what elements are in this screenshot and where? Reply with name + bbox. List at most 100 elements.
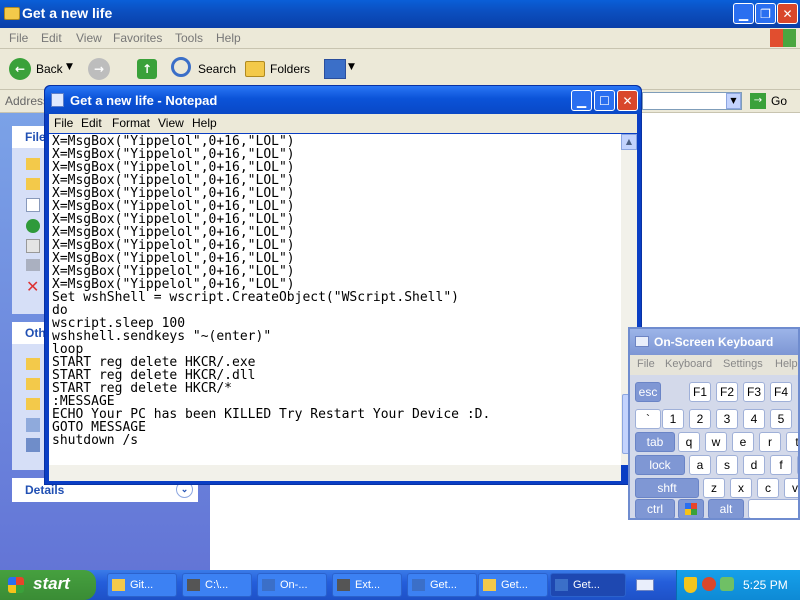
- key-F2[interactable]: F2: [716, 382, 738, 402]
- taskbar: start Git... C:\... On-... Ext... Get... Get.…: [0, 570, 800, 600]
- back-button-label[interactable]: Back: [36, 62, 63, 76]
- key-ctrl[interactable]: ctrl: [635, 499, 675, 518]
- key-sym[interactable]: `: [635, 409, 661, 429]
- address-dropdown-icon[interactable]: ▼: [726, 93, 741, 109]
- views-dropdown-icon[interactable]: ▼: [348, 62, 355, 72]
- notepad-menu-file[interactable]: File: [54, 116, 73, 130]
- key-c[interactable]: c: [757, 478, 779, 498]
- views-icon[interactable]: [324, 59, 346, 79]
- key-3[interactable]: 3: [716, 409, 738, 429]
- explorer-titlebar[interactable]: Get a new life ▁ ❐ ✕: [0, 0, 800, 28]
- key-F4[interactable]: F4: [770, 382, 792, 402]
- notepad-text-area[interactable]: X=MsgBox("Yippelol",0+16,"LOL") X=MsgBox(…: [49, 134, 621, 465]
- notepad-line: wshshell.sendkeys "~(enter)": [52, 329, 272, 344]
- notepad-menu-help[interactable]: Help: [192, 116, 217, 130]
- notepad-close-button[interactable]: ✕: [617, 90, 638, 111]
- folder-icon: [4, 7, 20, 20]
- folders-icon[interactable]: [245, 61, 265, 77]
- scroll-up-icon[interactable]: ▲: [621, 134, 637, 150]
- taskbar-button-label: Git...: [130, 579, 154, 591]
- key-d[interactable]: d: [743, 455, 765, 475]
- publish-icon[interactable]: [26, 178, 40, 190]
- taskbar-button[interactable]: Ext...: [332, 573, 402, 597]
- key-5[interactable]: 5: [770, 409, 792, 429]
- key-4[interactable]: 4: [743, 409, 765, 429]
- search-button-label[interactable]: Search: [198, 62, 236, 76]
- details-title: Details: [25, 483, 65, 497]
- taskbar-button[interactable]: On-...: [257, 573, 327, 597]
- folders-button-label[interactable]: Folders: [270, 62, 310, 76]
- notepad-maximize-button[interactable]: ☐: [594, 90, 615, 111]
- osk-keys: escF1F2F3F4`12345tabqwertlockasdfgshftzx…: [630, 329, 798, 518]
- key-shft[interactable]: shft: [635, 478, 699, 498]
- key-1[interactable]: 1: [662, 409, 684, 429]
- key-q[interactable]: q: [678, 432, 700, 452]
- notepad-menu-view[interactable]: View: [158, 116, 184, 130]
- go-button-label[interactable]: Go: [771, 94, 787, 108]
- taskbar-button[interactable]: Get...: [478, 573, 548, 597]
- key-t[interactable]: t: [786, 432, 798, 452]
- menu-file[interactable]: File: [9, 31, 28, 45]
- taskbar-button[interactable]: Get...: [407, 573, 477, 597]
- windows-key[interactable]: [678, 499, 704, 518]
- delete-icon[interactable]: ✕: [26, 277, 39, 296]
- notepad-horizontal-scrollbar[interactable]: [49, 465, 621, 481]
- explorer-restore-button[interactable]: ❐: [755, 3, 776, 24]
- menu-tools[interactable]: Tools: [175, 31, 203, 45]
- key-v[interactable]: v: [784, 478, 798, 498]
- taskbar-button[interactable]: Get...: [550, 573, 626, 597]
- key-2[interactable]: 2: [689, 409, 711, 429]
- key-alt[interactable]: alt: [708, 499, 744, 518]
- share-icon[interactable]: [26, 198, 40, 212]
- place-folder-icon[interactable]: [26, 398, 40, 410]
- taskbar-button-label: Get...: [573, 579, 600, 591]
- key-e[interactable]: e: [732, 432, 754, 452]
- web-icon[interactable]: [26, 219, 40, 233]
- menu-edit[interactable]: Edit: [41, 31, 62, 45]
- explorer-close-button[interactable]: ✕: [777, 3, 798, 24]
- volume-icon[interactable]: [720, 577, 734, 591]
- key-z[interactable]: z: [703, 478, 725, 498]
- forward-arrow-icon[interactable]: →: [88, 58, 110, 80]
- taskbar-app-icon: [262, 579, 275, 591]
- key-x[interactable]: x: [730, 478, 752, 498]
- notepad-minimize-button[interactable]: ▁: [571, 90, 592, 111]
- alert-icon[interactable]: [702, 577, 716, 591]
- place-folder-icon[interactable]: [26, 358, 40, 370]
- explorer-minimize-button[interactable]: ▁: [733, 3, 754, 24]
- key-a[interactable]: a: [689, 455, 711, 475]
- space-key[interactable]: [748, 499, 798, 518]
- menu-favorites[interactable]: Favorites: [113, 31, 162, 45]
- taskbar-button[interactable]: C:\...: [182, 573, 252, 597]
- back-arrow-icon[interactable]: ←: [9, 58, 31, 80]
- go-arrow-icon[interactable]: →: [750, 93, 766, 109]
- key-esc[interactable]: esc: [635, 382, 661, 402]
- back-dropdown-icon[interactable]: ▼: [66, 62, 73, 72]
- key-r[interactable]: r: [759, 432, 781, 452]
- network-icon[interactable]: [26, 438, 40, 452]
- keyboard-tray-icon[interactable]: [636, 579, 654, 591]
- email-icon[interactable]: [26, 239, 40, 253]
- taskbar-app-icon: [412, 579, 425, 591]
- up-folder-icon[interactable]: ↑: [137, 59, 157, 79]
- taskbar-app-icon: [112, 579, 125, 591]
- key-f[interactable]: f: [770, 455, 792, 475]
- notepad-menu-edit[interactable]: Edit: [81, 116, 102, 130]
- key-s[interactable]: s: [716, 455, 738, 475]
- taskbar-button[interactable]: Git...: [107, 573, 177, 597]
- key-F3[interactable]: F3: [743, 382, 765, 402]
- notepad-titlebar[interactable]: Get a new life - Notepad ▁ ☐ ✕: [45, 86, 641, 114]
- print-icon[interactable]: [26, 259, 40, 271]
- menu-view[interactable]: View: [76, 31, 102, 45]
- key-lock[interactable]: lock: [635, 455, 685, 475]
- new-folder-icon[interactable]: [26, 158, 40, 170]
- key-F1[interactable]: F1: [689, 382, 711, 402]
- menu-help[interactable]: Help: [216, 31, 241, 45]
- security-shield-icon[interactable]: [684, 577, 697, 593]
- search-icon[interactable]: [171, 57, 191, 77]
- place-folder-icon[interactable]: [26, 378, 40, 390]
- key-tab[interactable]: tab: [635, 432, 675, 452]
- my-computer-icon[interactable]: [26, 418, 40, 432]
- notepad-menu-format[interactable]: Format: [112, 116, 150, 130]
- key-w[interactable]: w: [705, 432, 727, 452]
